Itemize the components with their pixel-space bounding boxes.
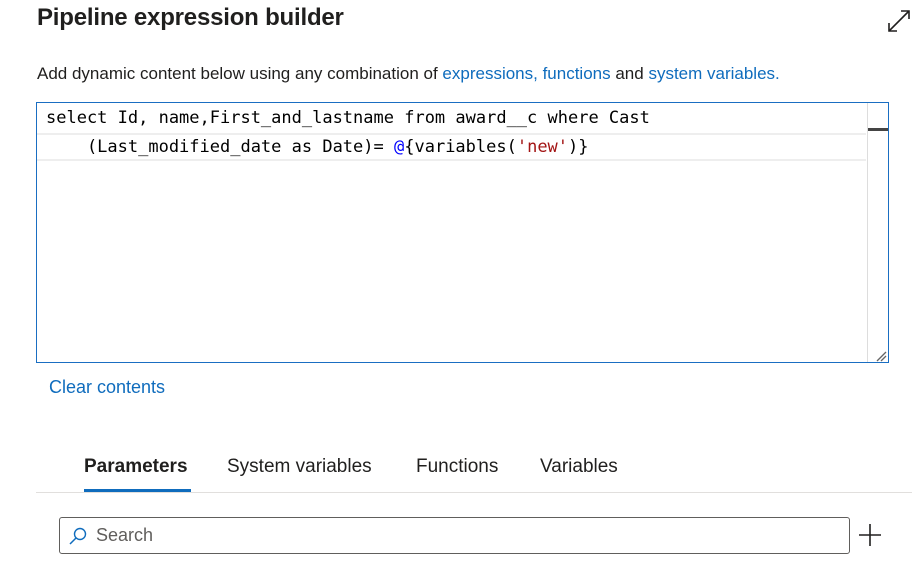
description-prefix: Add dynamic content below using any comb… (37, 64, 443, 83)
tab-system-variables[interactable]: System variables (227, 456, 372, 478)
editor-line-1[interactable]: select Id, name,First_and_lastname from … (37, 104, 866, 132)
search-box[interactable] (59, 517, 850, 554)
editor-call-close: )} (568, 137, 589, 157)
resize-handle[interactable] (875, 349, 887, 362)
search-input[interactable] (96, 518, 843, 553)
plus-icon (859, 524, 881, 546)
tab-functions[interactable]: Functions (416, 456, 498, 478)
page-title: Pipeline expression builder (37, 4, 344, 31)
add-button[interactable] (856, 521, 884, 549)
expressions-functions-link[interactable]: expressions, functions (442, 64, 610, 83)
active-tab-indicator (84, 489, 191, 492)
resize-grip-icon (876, 351, 887, 362)
editor-interpolation-token: @ (394, 137, 405, 157)
editor-string-literal: 'new' (516, 137, 569, 157)
expression-editor[interactable]: select Id, name,First_and_lastname from … (36, 102, 889, 363)
expand-button[interactable] (884, 6, 914, 36)
system-variables-link[interactable]: system variables (648, 64, 775, 83)
description-middle: and (610, 64, 649, 83)
description-suffix: . (775, 64, 780, 83)
editor-line-2-text: (Last_modified_date as Date)= (46, 137, 394, 157)
tab-bar: Parameters System variables Functions Va… (36, 446, 912, 493)
tab-parameters[interactable]: Parameters (84, 456, 188, 478)
editor-scrollbar-thumb[interactable] (868, 128, 888, 131)
search-icon (69, 527, 87, 545)
clear-contents-link[interactable]: Clear contents (49, 377, 165, 398)
tab-variables[interactable]: Variables (540, 456, 618, 478)
editor-scrollbar[interactable] (867, 103, 888, 362)
expand-diagonal-icon (888, 10, 910, 32)
editor-line-2[interactable]: (Last_modified_date as Date)= @{variable… (37, 133, 866, 161)
editor-call-open: {variables( (404, 137, 517, 157)
description: Add dynamic content below using any comb… (37, 64, 780, 84)
